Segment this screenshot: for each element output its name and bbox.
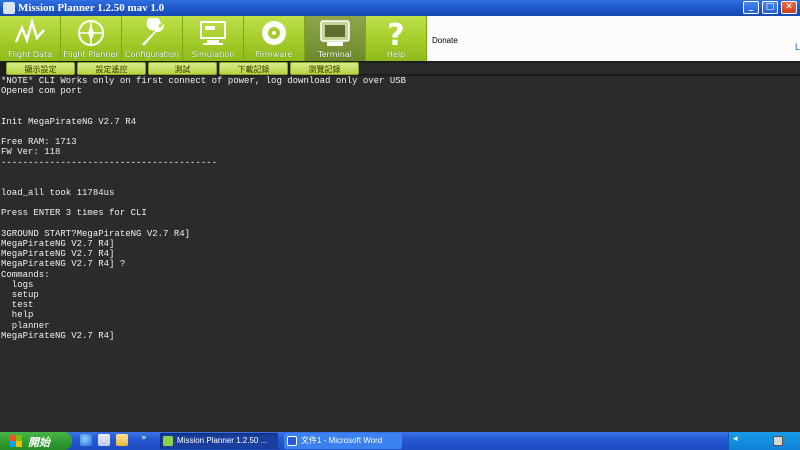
configuration-icon bbox=[142, 18, 165, 46]
task-microsoft-word[interactable]: 文件1 - Microsoft Word bbox=[284, 433, 402, 449]
terminal-icon bbox=[320, 20, 350, 46]
terminal-toolbar: 顯示設定 設定遙控 測試 下載記錄 瀏覽記錄 bbox=[0, 61, 800, 76]
system-tray: ◂ bbox=[728, 432, 800, 450]
task-label: Mission Planner 1.2.50 ... bbox=[177, 436, 268, 445]
menu-items: Flight Data Flight Planner Configuration bbox=[0, 16, 427, 61]
menu-help[interactable]: ? Help bbox=[366, 16, 427, 61]
menu-terminal[interactable]: Terminal bbox=[305, 16, 366, 61]
main-menu: Flight Data Flight Planner Configuration bbox=[0, 16, 800, 61]
start-label: 開始 bbox=[28, 437, 50, 449]
app-icon bbox=[3, 2, 15, 14]
terminal-line: Init MegaPirateNG V2.7 R4 bbox=[1, 116, 137, 127]
start-button[interactable]: 開始 bbox=[0, 432, 72, 450]
windows-logo-icon bbox=[10, 435, 22, 447]
window-title: Mission Planner 1.2.50 mav 1.0 bbox=[18, 2, 165, 14]
internet-explorer-icon[interactable] bbox=[80, 434, 92, 446]
terminal-line: MegaPirateNG V2.7 R4] bbox=[1, 249, 115, 260]
download-logs-button[interactable]: 下載記錄 bbox=[219, 62, 288, 75]
terminal-line: Opened com port bbox=[1, 86, 83, 97]
folder-icon[interactable] bbox=[116, 434, 128, 446]
menu-label: Configuration bbox=[124, 50, 180, 59]
menu-label: Terminal bbox=[318, 50, 352, 59]
menu-label: Simulation bbox=[191, 50, 235, 59]
maximize-button[interactable]: □ bbox=[762, 1, 778, 14]
minimize-button[interactable]: _ bbox=[743, 1, 759, 14]
terminal-line: Free RAM: 1713 bbox=[1, 137, 77, 148]
donate-link[interactable]: Donate bbox=[432, 36, 458, 45]
menu-configuration[interactable]: Configuration bbox=[122, 16, 183, 61]
terminal-line: logs bbox=[1, 279, 34, 290]
tray-expand-icon[interactable]: ◂ bbox=[733, 434, 738, 444]
help-icon: ? bbox=[387, 18, 404, 48]
tray-app-icon[interactable] bbox=[773, 436, 783, 446]
quick-launch-expand-icon[interactable]: » bbox=[141, 433, 147, 443]
terminal-line: *NOTE* CLI Works only on first connect o… bbox=[1, 76, 407, 86]
terminal-line: test bbox=[1, 300, 34, 311]
window-titlebar[interactable]: Mission Planner 1.2.50 mav 1.0 _ □ ✕ bbox=[0, 0, 800, 16]
menu-label: Flight Planner bbox=[63, 50, 119, 59]
email-icon[interactable] bbox=[98, 434, 110, 446]
task-mission-planner[interactable]: Mission Planner 1.2.50 ... bbox=[160, 433, 278, 449]
flight-data-icon bbox=[14, 18, 45, 44]
menu-label: Help bbox=[386, 50, 406, 59]
menu-flight-data[interactable]: Flight Data bbox=[0, 16, 61, 61]
terminal-line: load_all took 11784us bbox=[1, 188, 115, 199]
terminal-line: help bbox=[1, 310, 34, 321]
quick-launch bbox=[80, 434, 128, 446]
terminal-lines: *NOTE* CLI Works only on first connect o… bbox=[1, 76, 406, 341]
task-label: 文件1 - Microsoft Word bbox=[301, 436, 383, 445]
menu-firmware[interactable]: Firmware bbox=[244, 16, 305, 61]
menu-simulation[interactable]: Simulation bbox=[183, 16, 244, 61]
window-controls: _ □ ✕ bbox=[743, 1, 797, 14]
flight-planner-icon bbox=[78, 20, 104, 46]
terminal-line: 3GROUND START?MegaPirateNG V2.7 R4] bbox=[1, 228, 191, 239]
browse-logs-button[interactable]: 瀏覽記錄 bbox=[290, 62, 359, 75]
toolbar-track bbox=[360, 63, 800, 74]
taskbar: 開始 » Mission Planner 1.2.50 ... 文件1 - Mi… bbox=[0, 432, 800, 450]
terminal-line: MegaPirateNG V2.7 R4] bbox=[1, 330, 115, 341]
terminal-line: FW Ver: 118 bbox=[1, 147, 61, 158]
svg-text:?: ? bbox=[387, 18, 404, 48]
word-task-icon bbox=[287, 436, 297, 446]
toolbar-buttons: 顯示設定 設定遙控 測試 下載記錄 瀏覽記錄 bbox=[6, 62, 359, 75]
firmware-icon bbox=[262, 21, 286, 45]
simulation-icon bbox=[200, 21, 226, 45]
close-button[interactable]: ✕ bbox=[781, 1, 797, 14]
test-button[interactable]: 測試 bbox=[148, 62, 217, 75]
terminal-line: Press ENTER 3 times for CLI bbox=[1, 208, 147, 219]
menu-flight-planner[interactable]: Flight Planner bbox=[61, 16, 122, 61]
terminal-line: MegaPirateNG V2.7 R4] ? bbox=[1, 259, 126, 270]
menu-label: Firmware bbox=[255, 50, 293, 59]
menu-label: Flight Data bbox=[8, 50, 52, 59]
terminal-line: setup bbox=[1, 289, 39, 300]
terminal-line: MegaPirateNG V2.7 R4] bbox=[1, 239, 115, 249]
terminal-line: Commands: bbox=[1, 269, 50, 280]
radio-setup-button[interactable]: 設定遙控 bbox=[77, 62, 146, 75]
terminal-line: planner bbox=[1, 320, 50, 331]
edge-link[interactable]: L bbox=[795, 42, 800, 52]
terminal-line: ---------------------------------------- bbox=[1, 157, 218, 168]
mission-planner-task-icon bbox=[163, 436, 173, 446]
display-settings-button[interactable]: 顯示設定 bbox=[6, 62, 75, 75]
terminal-output[interactable]: *NOTE* CLI Works only on first connect o… bbox=[0, 76, 800, 432]
